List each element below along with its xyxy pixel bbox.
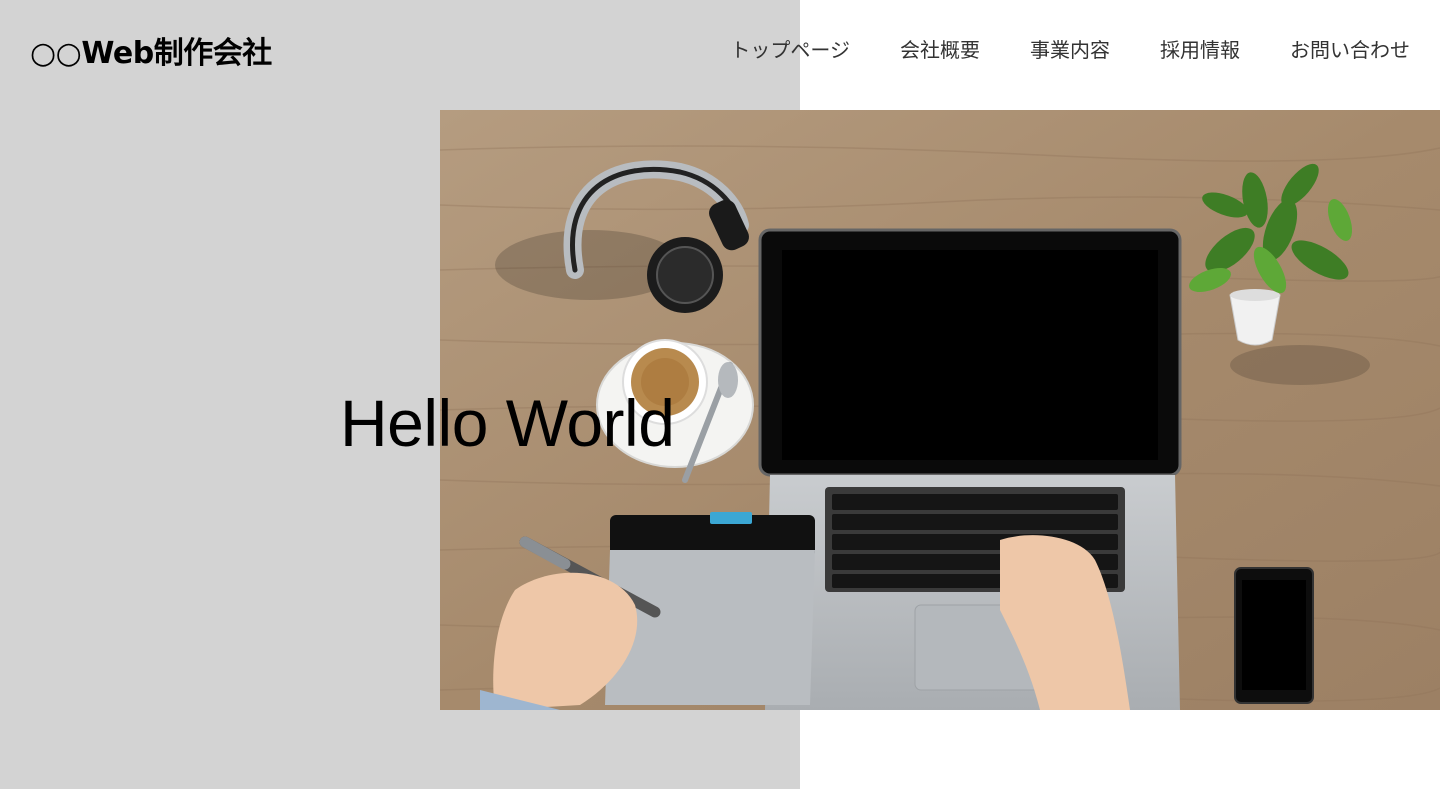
- nav-item-contact: お問い合わせ: [1290, 34, 1410, 63]
- nav-link-contact[interactable]: お問い合わせ: [1290, 38, 1410, 62]
- hero-heading: Hello World: [340, 386, 675, 460]
- nav-item-top: トップページ: [730, 34, 850, 63]
- laptop-icon: [758, 228, 1182, 710]
- smartphone-icon: [1234, 567, 1314, 704]
- site-header: ○○Web制作会社 トップページ 会社概要 事業内容 採用情報 お問い合わせ: [0, 0, 1440, 100]
- nav-link-business[interactable]: 事業内容: [1030, 38, 1110, 62]
- main-nav: トップページ 会社概要 事業内容 採用情報 お問い合わせ: [730, 34, 1410, 63]
- nav-link-recruit[interactable]: 採用情報: [1160, 38, 1240, 62]
- nav-link-top[interactable]: トップページ: [730, 38, 850, 62]
- nav-item-recruit: 採用情報: [1160, 34, 1240, 63]
- drawing-tablet-icon: [480, 512, 815, 710]
- nav-link-company[interactable]: 会社概要: [900, 38, 980, 62]
- nav-item-business: 事業内容: [1030, 34, 1110, 63]
- nav-item-company: 会社概要: [900, 34, 980, 63]
- site-logo[interactable]: ○○Web制作会社: [30, 28, 272, 72]
